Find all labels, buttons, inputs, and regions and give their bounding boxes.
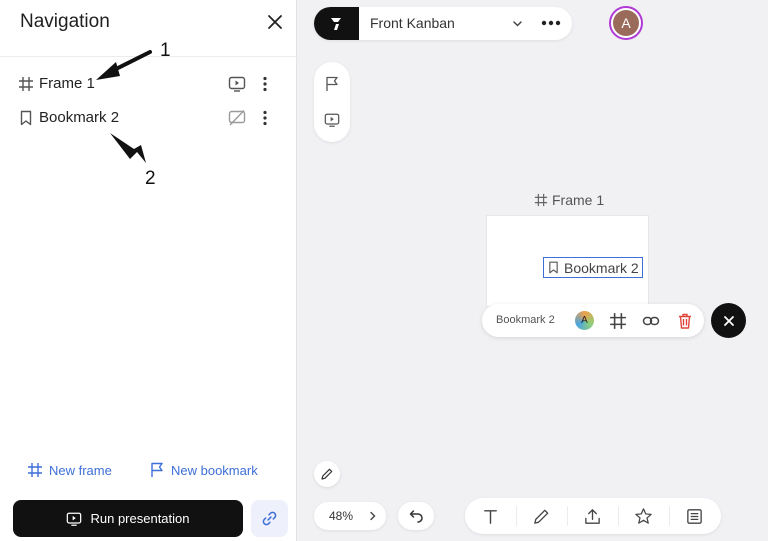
pen-tool[interactable] bbox=[516, 498, 567, 534]
avatar-initial: A bbox=[613, 10, 639, 36]
nav-item-label: Frame 1 bbox=[39, 75, 95, 92]
more-horizontal-icon[interactable] bbox=[540, 14, 562, 32]
annotation-label: 1 bbox=[160, 40, 171, 61]
frame-icon bbox=[19, 77, 33, 91]
app-logo[interactable] bbox=[314, 7, 359, 40]
template-icon bbox=[687, 508, 702, 524]
nav-item-frame-1[interactable]: Frame 1 bbox=[0, 69, 297, 99]
frame-title-label: Frame 1 bbox=[552, 192, 605, 208]
more-vertical-icon[interactable] bbox=[256, 75, 274, 93]
new-bookmark-button[interactable]: New bookmark bbox=[149, 462, 258, 478]
star-icon bbox=[635, 507, 652, 524]
templates-tool[interactable] bbox=[669, 498, 720, 534]
frame-icon bbox=[28, 463, 42, 477]
trash-icon[interactable] bbox=[676, 312, 694, 330]
undo-button[interactable] bbox=[398, 502, 434, 530]
pen-icon bbox=[321, 468, 333, 480]
zoom-control[interactable]: 48% bbox=[314, 502, 386, 530]
link-icon bbox=[262, 511, 277, 526]
annotation-label: 2 bbox=[145, 168, 156, 189]
undo-icon bbox=[409, 510, 423, 523]
more-vertical-icon[interactable] bbox=[256, 109, 274, 127]
present-icon[interactable] bbox=[228, 75, 246, 93]
logo-icon bbox=[330, 17, 341, 30]
text-tool[interactable] bbox=[465, 498, 516, 534]
run-presentation-button[interactable]: Run presentation bbox=[13, 500, 243, 537]
text-icon bbox=[484, 509, 497, 524]
board-header: Front Kanban bbox=[314, 7, 572, 40]
side-toolbar bbox=[314, 62, 350, 142]
frame-title[interactable]: Frame 1 bbox=[534, 192, 604, 208]
chevron-right-icon[interactable] bbox=[366, 509, 380, 523]
close-icon[interactable] bbox=[266, 13, 284, 31]
bookmark-marker-label: Bookmark 2 bbox=[564, 259, 639, 276]
zoom-value: 48% bbox=[329, 509, 354, 523]
chevron-down-icon[interactable] bbox=[511, 17, 524, 30]
flag-icon bbox=[151, 462, 163, 477]
close-icon bbox=[723, 315, 734, 326]
divider bbox=[0, 56, 297, 57]
copy-link-button[interactable] bbox=[251, 500, 288, 537]
board-name[interactable]: Front Kanban bbox=[370, 15, 455, 31]
close-context-button[interactable] bbox=[711, 303, 746, 338]
present-icon[interactable] bbox=[324, 112, 340, 128]
new-bookmark-label: New bookmark bbox=[171, 462, 258, 478]
new-frame-button[interactable]: New frame bbox=[27, 462, 112, 478]
frame-icon[interactable] bbox=[609, 312, 627, 330]
context-label: Bookmark 2 bbox=[496, 314, 555, 326]
user-avatar[interactable]: A bbox=[609, 6, 643, 40]
pen-icon bbox=[534, 509, 549, 524]
bookmark-icon bbox=[549, 261, 558, 274]
frame-icon bbox=[534, 193, 548, 207]
flag-icon[interactable] bbox=[324, 76, 340, 92]
navigation-panel: Navigation Frame 1 Bookmark 2 1 2 New fr… bbox=[0, 0, 297, 541]
upload-tool[interactable] bbox=[567, 498, 618, 534]
nav-item-bookmark-2[interactable]: Bookmark 2 bbox=[0, 103, 297, 133]
navigation-title: Navigation bbox=[20, 11, 110, 32]
upload-icon bbox=[585, 508, 600, 524]
link-icon[interactable] bbox=[642, 312, 660, 330]
present-icon bbox=[67, 512, 82, 526]
owner-avatar[interactable]: A bbox=[575, 311, 594, 330]
bookmark-context-toolbar: Bookmark 2 A bbox=[482, 304, 704, 337]
run-presentation-label: Run presentation bbox=[90, 511, 190, 526]
nav-item-label: Bookmark 2 bbox=[39, 109, 120, 126]
bookmark-marker[interactable]: Bookmark 2 bbox=[543, 257, 643, 278]
present-off-icon[interactable] bbox=[228, 109, 246, 127]
bookmark-icon bbox=[20, 110, 32, 126]
favorites-tool[interactable] bbox=[618, 498, 669, 534]
new-frame-label: New frame bbox=[49, 462, 112, 478]
draw-button[interactable] bbox=[314, 461, 340, 487]
bottom-toolbar bbox=[465, 498, 721, 534]
